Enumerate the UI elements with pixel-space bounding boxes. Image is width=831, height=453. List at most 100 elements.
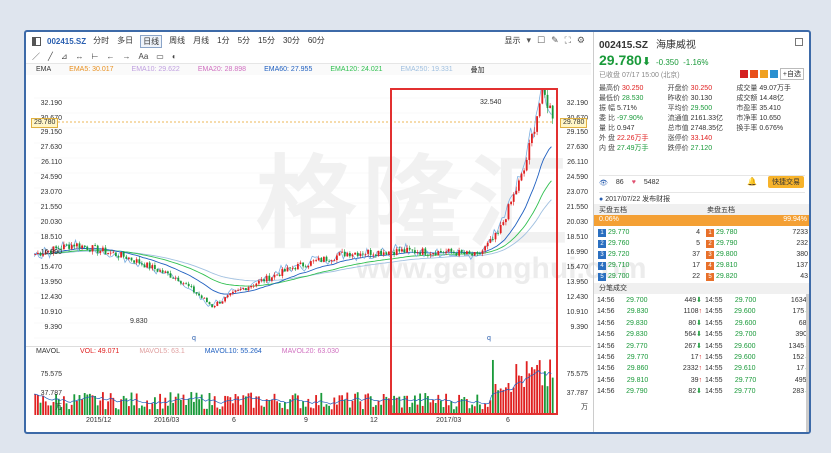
volume-bar: [309, 407, 312, 415]
bid-level[interactable]: 5 29.700 22: [594, 271, 702, 282]
level-index: 3: [598, 250, 606, 259]
stat-label: 流通值: [667, 115, 689, 122]
draw-tool-icon[interactable]: ↔: [76, 52, 84, 61]
tick-time: 14:56: [597, 308, 615, 316]
volume-bar: [281, 407, 284, 415]
candle-body: [192, 286, 195, 293]
quick-trade-button[interactable]: 快捷交易: [768, 176, 804, 188]
tick-entry: 14:56 29.860 2332 ↑: [594, 363, 702, 374]
stat-label: 涨停价: [667, 135, 689, 142]
bid-level[interactable]: 4 29.710 17: [594, 260, 702, 271]
level-volume: 22: [692, 273, 700, 280]
ask-level[interactable]: 5 29.820 43: [702, 271, 809, 282]
ask-level[interactable]: 2 29.790 232: [702, 238, 809, 249]
orderbook-rows: 1 29.770 4 1 29.780 7233 2 29.760 5 2 29.790 232 3 29…: [594, 227, 809, 282]
period-tab[interactable]: 1分: [216, 35, 230, 48]
announcement[interactable]: ● 2017/07/22 发布财报: [599, 192, 805, 203]
volume-bar: [283, 402, 286, 415]
sidebar-toggle-icon[interactable]: [32, 36, 41, 46]
pen-icon[interactable]: ✎: [551, 35, 559, 46]
candle-body: [281, 268, 284, 276]
event-marker-1[interactable]: q: [192, 335, 196, 342]
tick-volume: 449: [684, 297, 697, 304]
bid-level[interactable]: 1 29.770 4: [594, 227, 702, 238]
vol-tick-r2: 37.787: [566, 390, 588, 397]
candle-body: [151, 265, 154, 269]
draw-tool-icon[interactable]: ／: [32, 51, 40, 62]
heart-icon[interactable]: ♥: [632, 179, 636, 186]
draw-tool-icon[interactable]: →: [123, 52, 131, 61]
period-tab[interactable]: 15分: [257, 35, 276, 48]
tick-row: 14:5629.77017↑14:5529.600152⬇: [594, 352, 809, 363]
checkbox-icon[interactable]: ☐: [537, 35, 545, 46]
fullscreen-icon[interactable]: ⛶: [565, 35, 571, 46]
bid-level[interactable]: 2 29.760 5: [594, 238, 702, 249]
vol-legend-item: MAVOL: [36, 348, 60, 355]
candle-body: [226, 295, 229, 298]
volume-bar: [96, 405, 99, 415]
price-tick-right: 13.950: [566, 279, 588, 286]
draw-tool-icon[interactable]: ◐: [172, 52, 177, 61]
tick-volume: 175: [792, 308, 805, 316]
ask-level[interactable]: 4 29.810 137: [702, 260, 809, 271]
period-tab[interactable]: 月线: [192, 35, 210, 48]
price-tick-right: 24.590: [566, 174, 588, 181]
volume-bar: [260, 405, 263, 415]
period-tab[interactable]: 30分: [282, 35, 301, 48]
candle-body: [328, 260, 331, 262]
settings-icon[interactable]: ⚙: [577, 35, 585, 46]
price-tick-left: 20.030: [40, 219, 62, 226]
bell-icon[interactable]: 🔔: [747, 177, 757, 186]
volume-bar: [382, 393, 385, 415]
draw-tool-icon[interactable]: ⊢: [92, 52, 99, 61]
draw-tool-icon[interactable]: ╱: [48, 52, 53, 61]
price-tick-left: 21.550: [40, 204, 62, 211]
volume-bar: [377, 400, 380, 415]
stat-cell: 成交额 14.48亿: [736, 94, 805, 104]
vol-tick-2: 37.787: [40, 390, 62, 397]
ask-level[interactable]: 3 29.800 380: [702, 249, 809, 260]
period-tab[interactable]: 60分: [307, 35, 326, 48]
volume-bar: [182, 394, 185, 415]
period-tab[interactable]: 分时: [92, 35, 110, 48]
price-tick-left: 15.470: [40, 264, 62, 271]
candle-body: [195, 292, 198, 294]
candle-body: [346, 253, 349, 257]
volume-bar: [304, 406, 307, 415]
draw-tool-icon[interactable]: ▭: [156, 52, 164, 61]
display-menu[interactable]: 显示: [504, 35, 520, 46]
candle-body: [94, 245, 97, 246]
price-tick-right: 10.910: [566, 309, 588, 316]
volume-bar: [273, 393, 276, 415]
level-index: 5: [598, 272, 606, 281]
ticks-scrollbar[interactable]: [806, 294, 809, 432]
volume-bar: [250, 392, 253, 415]
panel-collapse-icon[interactable]: [795, 38, 803, 46]
price-tick-right: 15.470: [566, 264, 588, 271]
time-tick: 2016/03: [154, 417, 180, 424]
draw-tool-icon[interactable]: ←: [107, 52, 115, 61]
stat-value: 0.676%: [759, 125, 784, 132]
volume-bar: [367, 393, 370, 415]
period-tab[interactable]: 日线: [140, 34, 163, 48]
period-tab[interactable]: 多日: [116, 35, 134, 48]
candle-body: [198, 293, 201, 296]
candle-body: [101, 247, 104, 251]
draw-tool-icon[interactable]: Aa: [139, 52, 149, 61]
price-tick-left: 29.150: [40, 129, 62, 136]
stat-cell: 开盘价 30.250: [668, 84, 737, 94]
draw-tool-icon[interactable]: ⊿: [61, 52, 68, 61]
candle-body: [177, 277, 180, 282]
ask-level[interactable]: 1 29.780 7233: [702, 227, 809, 238]
period-tab[interactable]: 5分: [237, 35, 251, 48]
tick-time: 14:55: [705, 308, 723, 316]
add-watchlist-button[interactable]: +自选: [779, 68, 804, 80]
volume-bar: [208, 393, 211, 415]
chart-area[interactable]: 002415.SZ 分时 多日 日线 周线 月线 1分 5分 15分 30分 60分 显示 ▾ ☐…: [26, 32, 647, 432]
candle-body: [333, 260, 336, 261]
chevron-down-icon[interactable]: ▾: [526, 35, 531, 46]
period-tab[interactable]: 周线: [168, 35, 186, 48]
bid-level[interactable]: 3 29.720 37: [594, 249, 702, 260]
time-axis: 2015/12 2016/03 6 9 12 2017/03 6: [26, 417, 591, 427]
candle-body: [315, 260, 318, 261]
